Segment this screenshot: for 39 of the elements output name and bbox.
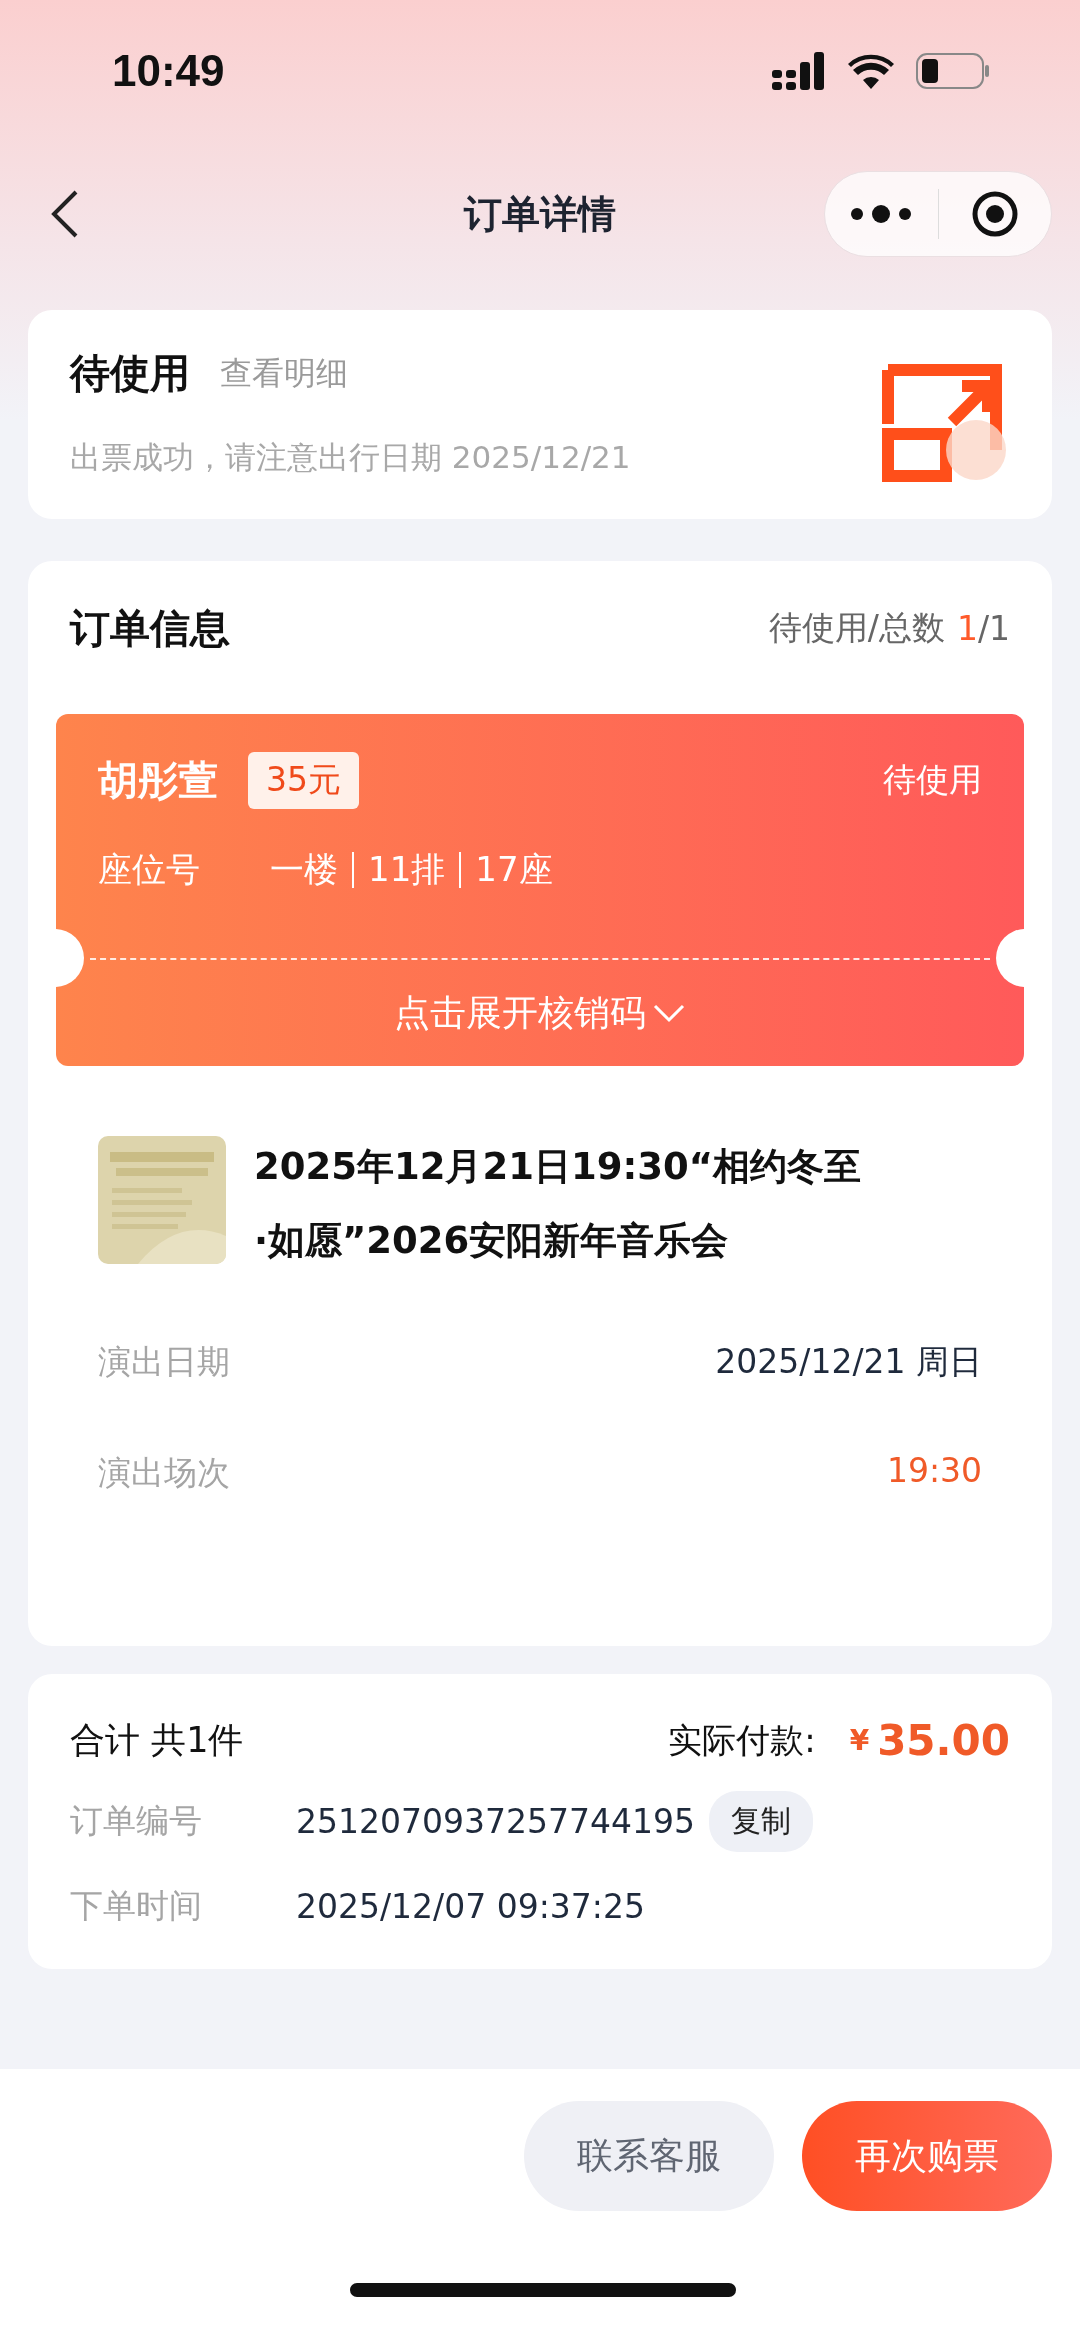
status-message: 出票成功，请注意出行日期 2025/12/21 (70, 438, 632, 477)
seat-value: 17座 (475, 848, 553, 891)
page-title: 订单详情 (464, 190, 616, 238)
seat-label: 座位号 (98, 848, 201, 891)
section-title: 订单信息 (70, 604, 230, 653)
detail-link[interactable]: 查看明细 (220, 351, 348, 396)
ticket-holder: 胡彤萱 (98, 756, 218, 805)
contact-button[interactable]: 联系客服 (524, 2101, 774, 2211)
back-icon[interactable] (50, 189, 80, 239)
order-status: 待使用 (70, 349, 190, 398)
expand-code-button[interactable]: 点击展开核销码 (56, 960, 1024, 1066)
total-items: 合计 共1件 (70, 1719, 244, 1762)
used-count: 1 (956, 609, 978, 648)
copy-button[interactable]: 复制 (708, 1791, 813, 1852)
ticket-status: 待使用 (883, 759, 982, 801)
event-title: 2025年12月21日19:30“相约冬至·如愿”2026安阳新年音乐会 (254, 1144, 863, 1264)
info-label: 演出日期 (98, 1341, 230, 1383)
wifi-icon (848, 53, 894, 89)
total-count: /1 (977, 609, 1010, 648)
battery-icon (916, 53, 990, 89)
info-value: 19:30 (886, 1451, 982, 1492)
summary-value: 2512070937257744195 (296, 1802, 695, 1841)
status-time: 10:49 (112, 46, 225, 96)
price-tag: 35元 (248, 752, 359, 809)
summary-label: 订单编号 (70, 1800, 203, 1842)
info-value: 2025/12/21 周日 (715, 1341, 982, 1383)
chevron-icon (652, 1003, 686, 1023)
info-label: 演出场次 (98, 1452, 230, 1494)
summary-label: 下单时间 (70, 1885, 203, 1927)
currency-symbol: ¥ (849, 1724, 870, 1757)
buy-again-button[interactable]: 再次购票 (802, 2101, 1052, 2211)
summary-value: 2025/12/07 09:37:25 (296, 1887, 645, 1926)
count-label: 待使用/总数 (768, 607, 945, 649)
seat-value: 一楼 (270, 848, 338, 891)
signal-icon (772, 52, 826, 90)
paid-amount: 35.00 (877, 1716, 1010, 1765)
paid-label: 实际付款: (668, 1718, 816, 1762)
more-icon (849, 204, 914, 224)
seat-value: 11排 (368, 848, 446, 891)
